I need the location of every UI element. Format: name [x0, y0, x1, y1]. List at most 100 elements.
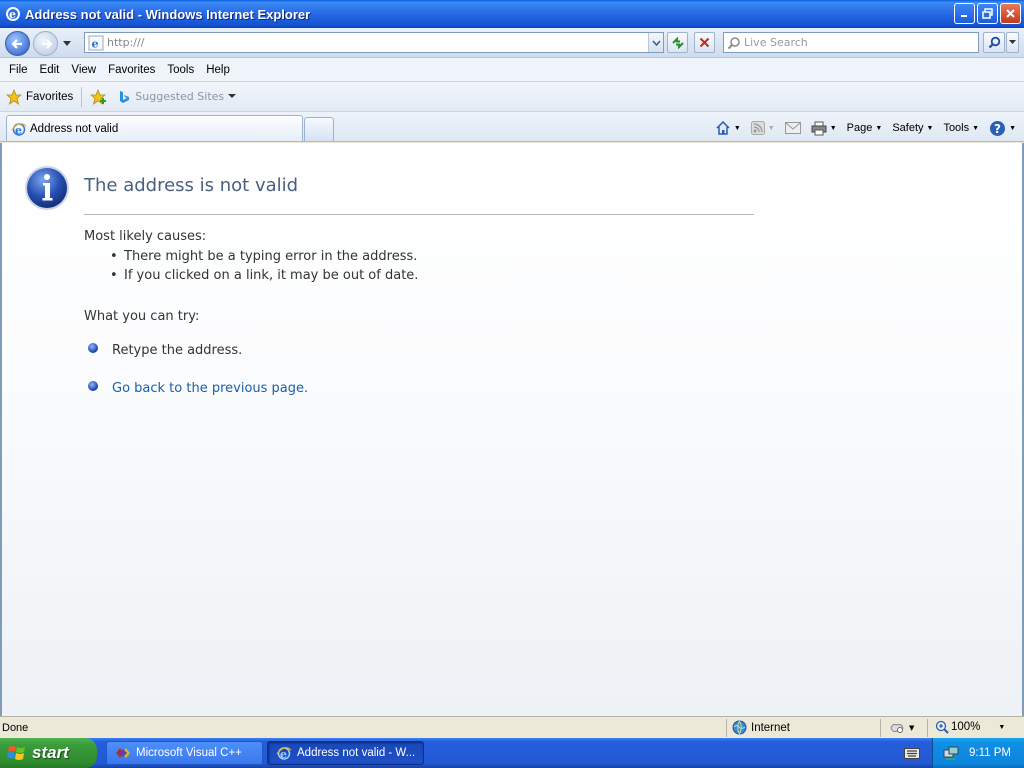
svg-text:e: e — [9, 8, 16, 21]
favorites-bar: Favorites Suggested Sites — [0, 82, 1024, 112]
home-icon — [716, 120, 730, 135]
menu-view[interactable]: View — [65, 64, 102, 76]
search-input[interactable]: Live Search — [744, 36, 808, 49]
menu-edit[interactable]: Edit — [34, 64, 66, 76]
help-menu-button[interactable]: ? ▼ — [989, 120, 1016, 137]
menu-file[interactable]: File — [3, 64, 34, 76]
feeds-button[interactable]: ▼ — [750, 121, 775, 135]
home-button[interactable]: ▼ — [715, 120, 741, 136]
favorites-star-icon — [6, 88, 22, 105]
minimize-icon — [961, 15, 967, 17]
security-zone[interactable]: Internet — [732, 720, 790, 735]
keyboard-language-icon[interactable] — [904, 746, 920, 760]
taskbar-item-label: Microsoft Visual C++ — [136, 747, 242, 759]
try-item-retype: Retype the address. — [88, 342, 243, 358]
new-tab-button[interactable] — [304, 117, 334, 141]
stop-button[interactable] — [694, 32, 715, 53]
zoom-icon — [935, 720, 949, 734]
read-mail-button[interactable] — [784, 122, 801, 134]
menu-help[interactable]: Help — [200, 64, 236, 76]
search-button[interactable] — [983, 32, 1005, 53]
suggested-sites-button[interactable]: Suggested Sites — [118, 90, 237, 104]
search-icon — [988, 36, 1000, 49]
suggested-sites-label: Suggested Sites — [135, 90, 225, 103]
refresh-icon — [671, 36, 684, 49]
page-title: The address is not valid — [84, 175, 299, 196]
favorites-button[interactable]: Favorites — [0, 88, 73, 105]
cause-text: If you clicked on a link, it may be out … — [124, 268, 419, 283]
chevron-down-icon — [651, 40, 661, 46]
back-arrow-icon — [10, 38, 22, 49]
command-bar: ▼ ▼ ▼ Page ▼ Safety ▼ Tools ▼ ? ▼ — [705, 118, 1016, 138]
restore-button[interactable] — [977, 3, 998, 24]
svg-text:e: e — [92, 37, 99, 50]
forward-button[interactable] — [33, 31, 58, 56]
network-icon[interactable] — [943, 745, 959, 761]
add-ons-icon — [890, 723, 904, 733]
taskbar-item-internet-explorer[interactable]: e Address not valid - W... — [267, 741, 424, 765]
page-menu-label: Page — [846, 122, 873, 134]
page-content: The address is not valid Most likely cau… — [0, 143, 1024, 716]
title-bar[interactable]: e Address not valid - Windows Internet E… — [0, 0, 1024, 28]
tab-address-not-valid[interactable]: e Address not valid — [6, 115, 303, 141]
menu-favorites[interactable]: Favorites — [102, 64, 161, 76]
menu-bar: File Edit View Favorites Tools Help — [0, 58, 1024, 82]
printer-icon — [811, 121, 827, 135]
zoom-control[interactable]: 100% ▼ — [935, 720, 1005, 734]
globe-icon — [732, 720, 747, 735]
causes-heading: Most likely causes: — [84, 229, 207, 244]
mail-icon — [784, 122, 801, 134]
close-icon — [1006, 9, 1015, 18]
chevron-down-icon — [228, 94, 237, 98]
separator — [880, 719, 881, 737]
search-box[interactable]: Live Search — [723, 32, 979, 53]
clock[interactable]: 9:11 PM — [969, 747, 1011, 759]
zone-label: Internet — [751, 721, 790, 734]
address-bar[interactable]: e http:/// — [84, 32, 664, 53]
taskbar-item-label: Address not valid - W... — [297, 747, 416, 759]
windows-logo-icon — [7, 746, 25, 760]
recent-pages-dropdown-icon[interactable] — [62, 40, 72, 47]
restore-icon — [982, 8, 993, 19]
add-to-favorites-bar-icon[interactable] — [90, 88, 108, 105]
tools-menu-button[interactable]: Tools ▼ — [943, 122, 979, 134]
go-back-link[interactable]: Go back to the previous page. — [112, 381, 308, 396]
rss-feed-icon — [750, 121, 765, 135]
close-button[interactable] — [1000, 3, 1021, 24]
try-item-go-back: Go back to the previous page. — [88, 380, 308, 396]
print-button[interactable]: ▼ — [811, 121, 837, 136]
bing-icon — [120, 90, 130, 103]
status-text: Done — [2, 721, 29, 734]
search-options-dropdown[interactable] — [1006, 32, 1019, 53]
back-button[interactable] — [5, 31, 30, 56]
separator — [927, 719, 928, 737]
tab-bar: e Address not valid ▼ ▼ ▼ Page ▼ Safety … — [0, 112, 1024, 142]
chevron-down-icon — [1009, 40, 1016, 44]
compatibility-view-button[interactable] — [667, 32, 688, 53]
start-button[interactable]: start — [0, 738, 97, 768]
safety-menu-button[interactable]: Safety ▼ — [892, 122, 933, 134]
stop-icon — [699, 37, 710, 48]
system-tray: 9:11 PM — [932, 738, 1024, 768]
internet-explorer-icon: e — [11, 122, 27, 137]
address-dropdown-button[interactable] — [648, 33, 663, 52]
bullet-dot-icon — [88, 380, 98, 391]
navigation-bar: e http:/// Live Search — [0, 28, 1024, 58]
bullet-dot-icon — [88, 342, 98, 353]
page-menu-button[interactable]: Page ▼ — [847, 122, 883, 134]
minimize-button[interactable] — [954, 3, 975, 24]
help-icon: ? — [990, 120, 1006, 136]
internet-explorer-icon: e — [276, 747, 292, 761]
start-label: start — [32, 743, 69, 762]
retype-text: Retype the address. — [112, 343, 243, 358]
taskbar-item-visual-cpp[interactable]: Microsoft Visual C++ — [106, 741, 263, 765]
zoom-level: 100% — [951, 721, 981, 733]
divider — [84, 214, 754, 215]
visual-cpp-icon — [116, 748, 130, 758]
protected-mode-button[interactable]: ▼ — [889, 721, 914, 735]
separator — [81, 86, 83, 107]
safety-menu-label: Safety — [892, 122, 924, 134]
address-input[interactable]: http:/// — [107, 36, 648, 49]
menu-tools[interactable]: Tools — [161, 64, 200, 76]
forward-arrow-icon — [41, 38, 53, 49]
